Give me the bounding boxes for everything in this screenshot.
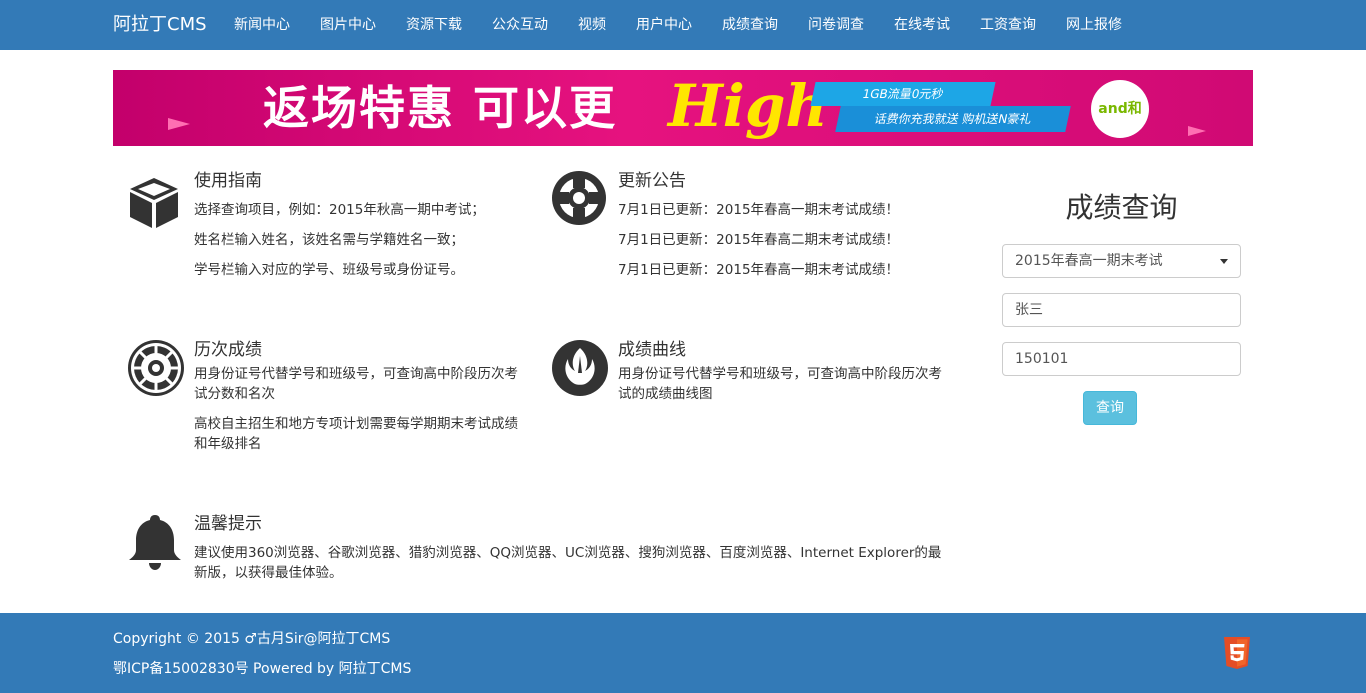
nav-item-pictures[interactable]: 图片中心	[320, 0, 376, 50]
student-number-input[interactable]: 150101	[1002, 342, 1241, 376]
feature-guide-line-1: 选择查询项目，例如：2015年秋高一期中考试；	[194, 202, 485, 218]
feature-tips: 温馨提示 建议使用360浏览器、谷歌浏览器、猎豹浏览器、QQ浏览器、UC浏览器、…	[127, 513, 957, 593]
banner-promo-2: 话费你充我就送 购机送N豪礼	[835, 106, 1071, 132]
banner-headline: 返场特惠 可以更	[263, 81, 618, 135]
nav-item-downloads[interactable]: 资源下载	[406, 0, 462, 50]
query-title: 成绩查询	[1065, 191, 1178, 224]
banner-logo: and和	[1091, 80, 1149, 138]
footer-icp: 鄂ICP备15002830号 Powered by 阿拉丁CMS	[113, 661, 412, 677]
footer-copyright: Copyright © 2015 ♂古月Sir@阿拉丁CMS	[113, 631, 391, 647]
feature-notice: 更新公告 7月1日已更新：2015年春高一期末考试成绩！ 7月1日已更新：201…	[551, 170, 951, 290]
feature-history: 历次成绩 用身份证号代替学号和班级号，可查询高中阶段历次考试分数和名次 高校自主…	[127, 339, 527, 459]
banner-decor-right	[1188, 126, 1206, 136]
feature-curve-line-1: 用身份证号代替学号和班级号，可查询高中阶段历次考试的成绩曲线图	[618, 366, 942, 402]
nav-item-interaction[interactable]: 公众互动	[492, 0, 548, 50]
caret-down-icon	[1220, 259, 1228, 264]
feature-guide-title: 使用指南	[194, 171, 262, 191]
feature-notice-line-3: 7月1日已更新：2015年春高一期末考试成绩！	[618, 262, 900, 278]
promo-banner[interactable]: 返场特惠 可以更 High 1GB流量0元秒 话费你充我就送 购机送N豪礼 an…	[113, 70, 1253, 146]
nav-item-salary-query[interactable]: 工资查询	[980, 0, 1036, 50]
rebel-icon	[552, 340, 608, 396]
nav-item-repair[interactable]: 网上报修	[1066, 0, 1122, 50]
banner-promo-1: 1GB流量0元秒	[810, 82, 996, 106]
feature-notice-title: 更新公告	[618, 171, 686, 191]
feature-curve-title: 成绩曲线	[618, 340, 686, 360]
nav-item-score-query[interactable]: 成绩查询	[722, 0, 778, 50]
banner-decor-left	[168, 118, 190, 130]
query-button[interactable]: 查询	[1083, 391, 1137, 425]
nav-item-user-center[interactable]: 用户中心	[636, 0, 692, 50]
nav-item-online-exam[interactable]: 在线考试	[894, 0, 950, 50]
feature-curve: 成绩曲线 用身份证号代替学号和班级号，可查询高中阶段历次考试的成绩曲线图	[551, 339, 951, 459]
life-ring-icon	[552, 171, 606, 225]
feature-guide: 使用指南 选择查询项目，例如：2015年秋高一期中考试； 姓名栏输入姓名，该姓名…	[127, 170, 527, 290]
feature-guide-line-3: 学号栏输入对应的学号、班级号或身份证号。	[194, 262, 464, 278]
bell-icon	[129, 515, 181, 570]
brand-link[interactable]: 阿拉丁CMS	[113, 13, 207, 37]
footer: Copyright © 2015 ♂古月Sir@阿拉丁CMS 鄂ICP备1500…	[0, 613, 1366, 693]
top-navbar: 阿拉丁CMS 新闻中心 图片中心 资源下载 公众互动 视频 用户中心 成绩查询 …	[0, 0, 1366, 50]
feature-history-title: 历次成绩	[194, 340, 262, 360]
nav-item-news[interactable]: 新闻中心	[234, 0, 290, 50]
html5-icon	[1224, 637, 1250, 669]
name-input[interactable]: 张三	[1002, 293, 1241, 327]
feature-tips-title: 温馨提示	[194, 514, 262, 534]
empire-icon	[128, 340, 184, 396]
nav-item-survey[interactable]: 问卷调查	[808, 0, 864, 50]
feature-notice-line-1: 7月1日已更新：2015年春高一期末考试成绩！	[618, 202, 900, 218]
feature-tips-line-1: 建议使用360浏览器、谷歌浏览器、猎豹浏览器、QQ浏览器、UC浏览器、搜狗浏览器…	[194, 545, 942, 581]
nav-item-video[interactable]: 视频	[578, 0, 606, 50]
feature-notice-line-2: 7月1日已更新：2015年春高二期末考试成绩！	[618, 232, 900, 248]
main-nav: 新闻中心 图片中心 资源下载 公众互动 视频 用户中心 成绩查询 问卷调查 在线…	[234, 0, 1152, 50]
exam-select[interactable]: 2015年春高一期末考试	[1002, 244, 1241, 278]
feature-history-line-2: 高校自主招生和地方专项计划需要每学期期末考试成绩和年级排名	[194, 416, 518, 452]
cube-icon	[130, 178, 178, 228]
banner-highlight: High	[668, 72, 828, 140]
feature-guide-line-2: 姓名栏输入姓名，该姓名需与学籍姓名一致；	[194, 232, 464, 248]
exam-select-value: 2015年春高一期末考试	[1015, 253, 1163, 269]
feature-history-line-1: 用身份证号代替学号和班级号，可查询高中阶段历次考试分数和名次	[194, 366, 518, 402]
